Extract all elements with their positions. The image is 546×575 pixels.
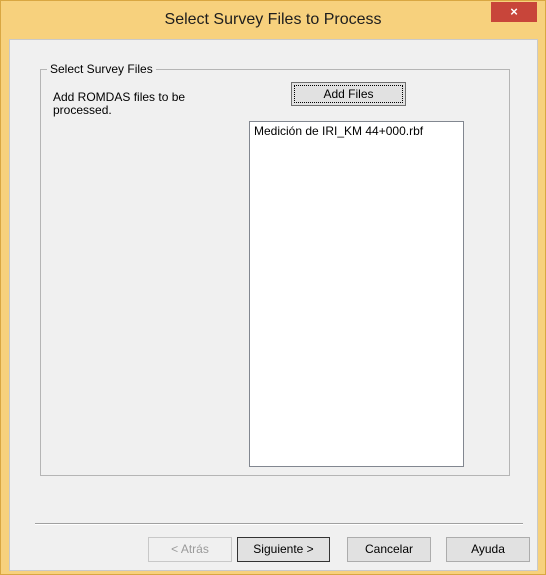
window-title: Select Survey Files to Process [164, 11, 382, 28]
group-label: Select Survey Files [47, 62, 156, 76]
close-icon: × [510, 4, 518, 19]
back-button[interactable]: < Atrás [148, 537, 232, 562]
title-bar[interactable]: Select Survey Files to Process × [1, 1, 545, 39]
close-button[interactable]: × [491, 2, 537, 22]
help-button[interactable]: Ayuda [446, 537, 530, 562]
description-text: Add ROMDAS files to be processed. [53, 90, 186, 117]
dialog-window: Select Survey Files to Process × Select … [0, 0, 546, 575]
cancel-button[interactable]: Cancelar [347, 537, 431, 562]
next-button[interactable]: Siguiente > [237, 537, 330, 562]
separator [35, 523, 523, 525]
dialog-client-area: Select Survey Files Add ROMDAS files to … [9, 39, 538, 571]
focus-rect [294, 85, 403, 103]
files-listbox[interactable]: Medición de IRI_KM 44+000.rbf [249, 121, 464, 467]
select-survey-files-group: Select Survey Files Add ROMDAS files to … [40, 62, 510, 476]
add-files-button[interactable]: Add Files [291, 82, 406, 106]
list-item[interactable]: Medición de IRI_KM 44+000.rbf [254, 124, 423, 138]
